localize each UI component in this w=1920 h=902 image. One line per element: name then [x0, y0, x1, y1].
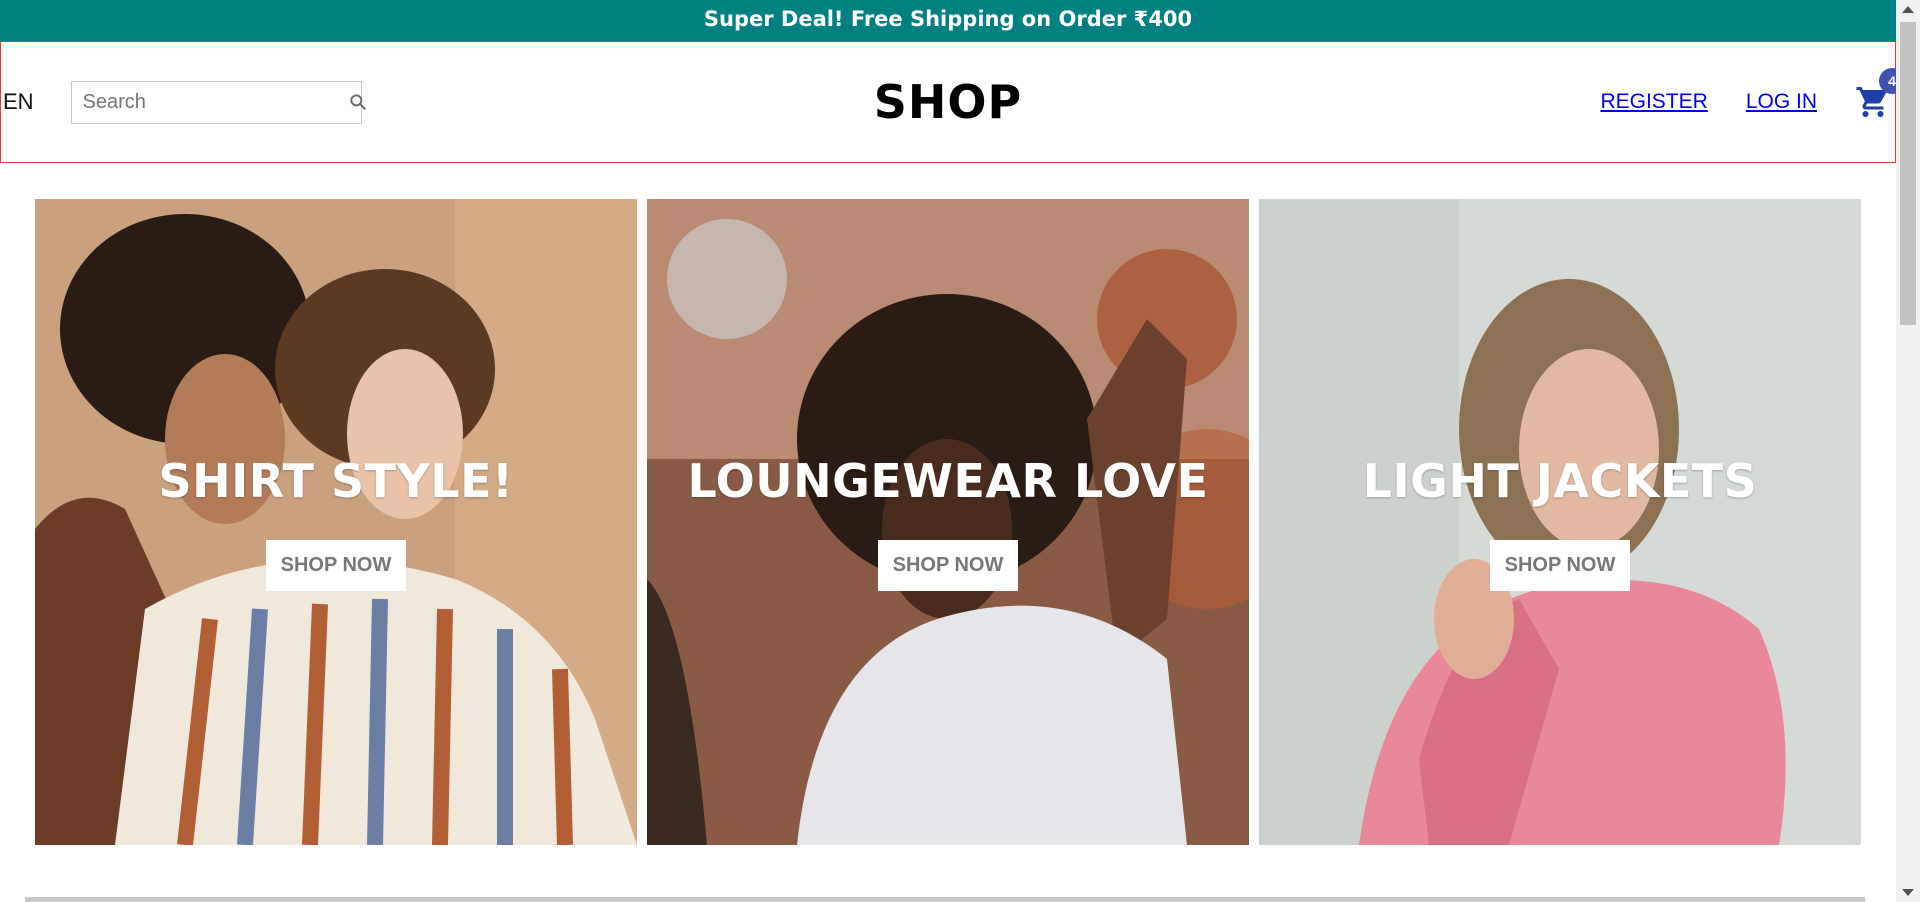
scroll-thumb[interactable]: [1900, 22, 1916, 325]
navbar: EN SHOP REGISTER LOG IN 4: [0, 41, 1905, 163]
horizontal-divider: [25, 897, 1865, 902]
register-link[interactable]: REGISTER: [1600, 90, 1707, 114]
shop-now-button[interactable]: SHOP NOW: [265, 539, 407, 591]
category-card-light-jackets[interactable]: LIGHT JACKETS SHOP NOW: [1259, 199, 1861, 845]
category-info: LIGHT JACKETS SHOP NOW: [1259, 199, 1861, 845]
search-icon[interactable]: [348, 91, 368, 113]
category-info: SHIRT STYLE! SHOP NOW: [35, 199, 637, 845]
announcement-bar: Super Deal! Free Shipping on Order ₹400: [0, 0, 1896, 41]
search-input[interactable]: [82, 90, 348, 114]
category-card-shirt-style[interactable]: SHIRT STYLE! SHOP NOW: [35, 199, 637, 845]
announcement-text: Super Deal! Free Shipping on Order ₹400: [703, 6, 1193, 31]
page: Super Deal! Free Shipping on Order ₹400 …: [0, 0, 1920, 902]
category-title: LIGHT JACKETS: [1362, 453, 1758, 508]
shop-now-button[interactable]: SHOP NOW: [877, 539, 1019, 591]
cart-button[interactable]: 4: [1855, 68, 1905, 122]
vertical-scrollbar[interactable]: [1896, 0, 1920, 902]
login-link[interactable]: LOG IN: [1746, 90, 1817, 114]
scroll-up-icon[interactable]: [1902, 6, 1914, 13]
category-title: LOUNGEWEAR LOVE: [687, 453, 1209, 508]
categories-grid: SHIRT STYLE! SHOP NOW LOUNGEWEAR LOVE SH…: [35, 199, 1861, 845]
shop-now-button[interactable]: SHOP NOW: [1489, 539, 1631, 591]
scroll-down-icon[interactable]: [1902, 889, 1914, 896]
search-box[interactable]: [70, 80, 366, 124]
nav-right: REGISTER LOG IN 4: [1600, 42, 1905, 162]
nav-left: EN: [1, 42, 366, 162]
category-info: LOUNGEWEAR LOVE SHOP NOW: [647, 199, 1249, 845]
language-selector[interactable]: EN: [3, 89, 34, 115]
category-title: SHIRT STYLE!: [158, 453, 514, 508]
category-card-loungewear-love[interactable]: LOUNGEWEAR LOVE SHOP NOW: [647, 199, 1249, 845]
